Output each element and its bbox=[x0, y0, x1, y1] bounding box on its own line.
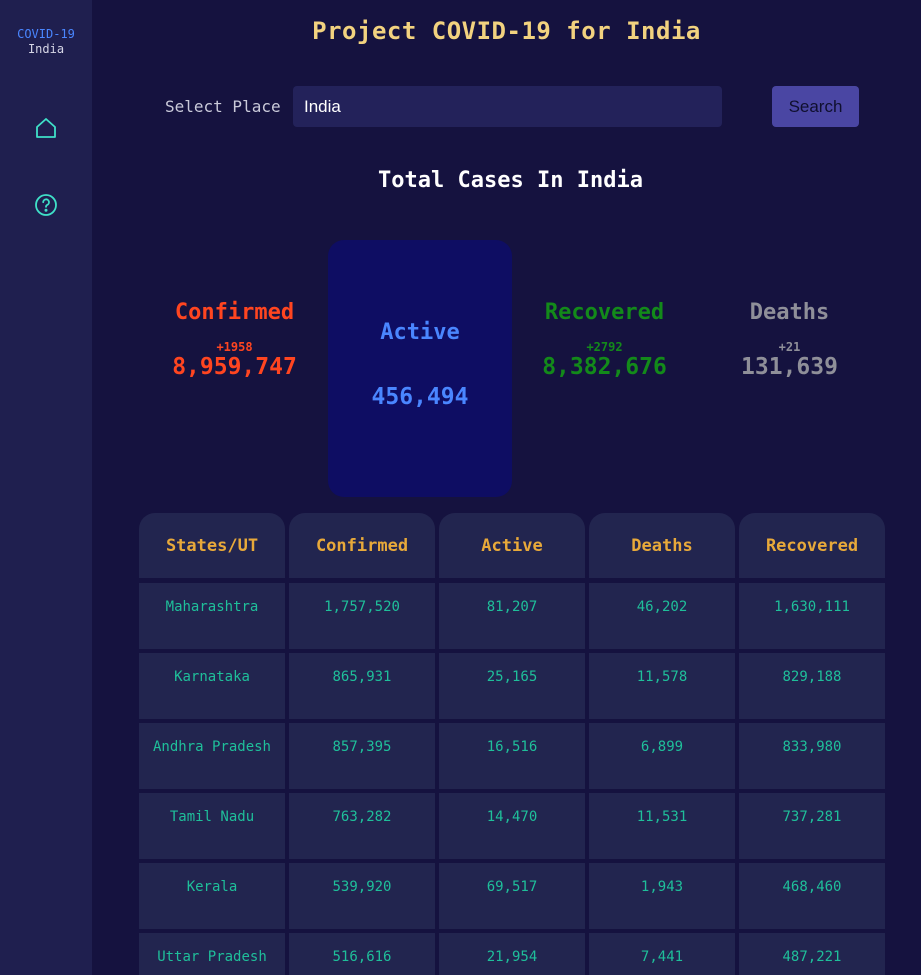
table-cell-deaths: 7,441 bbox=[589, 933, 735, 975]
confirmed-stat: Confirmed +1958 8,959,747 bbox=[142, 300, 327, 380]
header-recovered[interactable]: Recovered bbox=[739, 513, 885, 578]
active-stat-card: Active 456,494 bbox=[328, 240, 512, 497]
search-button[interactable]: Search bbox=[772, 86, 859, 127]
active-value: 456,494 bbox=[371, 384, 469, 410]
table-cell-state: Karnataka bbox=[139, 653, 285, 719]
page-title: Project COVID-19 for India bbox=[312, 17, 701, 45]
active-label: Active bbox=[380, 320, 460, 345]
recovered-delta: +2792 bbox=[586, 340, 623, 354]
table-cell-confirmed: 857,395 bbox=[289, 723, 435, 789]
confirmed-label: Confirmed bbox=[174, 300, 295, 325]
header-active[interactable]: Active bbox=[439, 513, 585, 578]
brand-subtitle: India bbox=[27, 42, 65, 56]
brand: COVID-19 India bbox=[0, 0, 92, 57]
table-cell-recovered: 829,188 bbox=[739, 653, 885, 719]
sidebar: COVID-19 India bbox=[0, 0, 92, 975]
confirmed-value: 8,959,747 bbox=[172, 354, 297, 380]
table-cell-confirmed: 516,616 bbox=[289, 933, 435, 975]
table-cell-recovered: 833,980 bbox=[739, 723, 885, 789]
deaths-label: Deaths bbox=[749, 300, 830, 325]
table-cell-active: 25,165 bbox=[439, 653, 585, 719]
recovered-stat: Recovered +2792 8,382,676 bbox=[512, 300, 697, 380]
table-cell-active: 14,470 bbox=[439, 793, 585, 859]
table-cell-active: 81,207 bbox=[439, 583, 585, 649]
table-cell-deaths: 1,943 bbox=[589, 863, 735, 929]
table-cell-recovered: 487,221 bbox=[739, 933, 885, 975]
recovered-label: Recovered bbox=[544, 300, 665, 325]
deaths-delta: +21 bbox=[778, 340, 801, 354]
table-cell-state: Maharashtra bbox=[139, 583, 285, 649]
table-cell-deaths: 11,578 bbox=[589, 653, 735, 719]
table-cell-active: 69,517 bbox=[439, 863, 585, 929]
table-cell-recovered: 1,630,111 bbox=[739, 583, 885, 649]
table-cell-deaths: 46,202 bbox=[589, 583, 735, 649]
home-icon[interactable] bbox=[34, 116, 58, 140]
table-cell-state: Kerala bbox=[139, 863, 285, 929]
table-cell-active: 16,516 bbox=[439, 723, 585, 789]
table-cell-confirmed: 865,931 bbox=[289, 653, 435, 719]
header-confirmed[interactable]: Confirmed bbox=[289, 513, 435, 578]
table-cell-state: Andhra Pradesh bbox=[139, 723, 285, 789]
deaths-stat: Deaths +21 131,639 bbox=[697, 300, 882, 380]
recovered-value: 8,382,676 bbox=[542, 354, 667, 380]
confirmed-delta: +1958 bbox=[216, 340, 253, 354]
header-deaths[interactable]: Deaths bbox=[589, 513, 735, 578]
search-label: Select Place bbox=[165, 97, 281, 116]
place-input[interactable] bbox=[293, 86, 722, 127]
help-circle-icon[interactable] bbox=[34, 193, 58, 217]
table-cell-confirmed: 539,920 bbox=[289, 863, 435, 929]
table-cell-confirmed: 763,282 bbox=[289, 793, 435, 859]
brand-title: COVID-19 bbox=[17, 27, 75, 41]
deaths-value: 131,639 bbox=[741, 354, 838, 380]
table-cell-recovered: 737,281 bbox=[739, 793, 885, 859]
table-cell-recovered: 468,460 bbox=[739, 863, 885, 929]
table-cell-active: 21,954 bbox=[439, 933, 585, 975]
table-cell-state: Tamil Nadu bbox=[139, 793, 285, 859]
table-cell-state: Uttar Pradesh bbox=[139, 933, 285, 975]
section-title: Total Cases In India bbox=[378, 168, 643, 193]
header-states[interactable]: States/UT bbox=[139, 513, 285, 578]
table-cell-deaths: 6,899 bbox=[589, 723, 735, 789]
table-cell-deaths: 11,531 bbox=[589, 793, 735, 859]
table-cell-confirmed: 1,757,520 bbox=[289, 583, 435, 649]
